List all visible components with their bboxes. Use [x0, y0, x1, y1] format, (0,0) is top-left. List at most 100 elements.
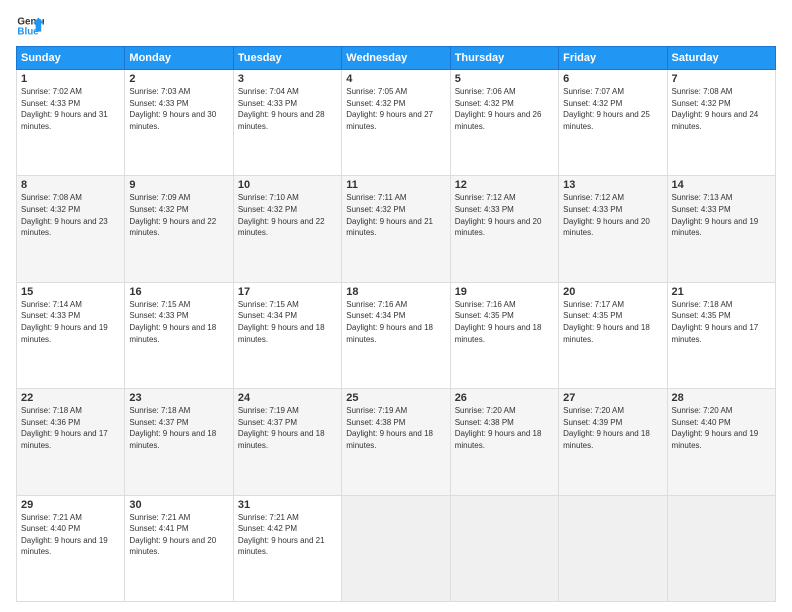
day-number: 4 — [346, 73, 445, 85]
calendar-table: SundayMondayTuesdayWednesdayThursdayFrid… — [16, 46, 776, 602]
day-info: Sunrise: 7:18 AMSunset: 4:37 PMDaylight:… — [129, 406, 216, 450]
day-cell-5: 5 Sunrise: 7:06 AMSunset: 4:32 PMDayligh… — [450, 70, 558, 176]
day-number: 25 — [346, 392, 445, 404]
day-info: Sunrise: 7:11 AMSunset: 4:32 PMDaylight:… — [346, 193, 433, 237]
day-info: Sunrise: 7:06 AMSunset: 4:32 PMDaylight:… — [455, 87, 542, 131]
week-row-1: 1 Sunrise: 7:02 AMSunset: 4:33 PMDayligh… — [17, 70, 776, 176]
day-info: Sunrise: 7:08 AMSunset: 4:32 PMDaylight:… — [21, 193, 108, 237]
day-number: 12 — [455, 179, 554, 191]
day-info: Sunrise: 7:04 AMSunset: 4:33 PMDaylight:… — [238, 87, 325, 131]
day-info: Sunrise: 7:14 AMSunset: 4:33 PMDaylight:… — [21, 300, 108, 344]
day-info: Sunrise: 7:10 AMSunset: 4:32 PMDaylight:… — [238, 193, 325, 237]
day-number: 17 — [238, 286, 337, 298]
day-number: 28 — [672, 392, 771, 404]
day-info: Sunrise: 7:18 AMSunset: 4:35 PMDaylight:… — [672, 300, 759, 344]
logo: General Blue — [16, 12, 47, 40]
col-header-sunday: Sunday — [17, 47, 125, 70]
day-number: 5 — [455, 73, 554, 85]
day-cell-13: 13 Sunrise: 7:12 AMSunset: 4:33 PMDaylig… — [559, 176, 667, 282]
day-cell-1: 1 Sunrise: 7:02 AMSunset: 4:33 PMDayligh… — [17, 70, 125, 176]
day-number: 2 — [129, 73, 228, 85]
day-cell-30: 30 Sunrise: 7:21 AMSunset: 4:41 PMDaylig… — [125, 495, 233, 601]
day-number: 23 — [129, 392, 228, 404]
day-cell-15: 15 Sunrise: 7:14 AMSunset: 4:33 PMDaylig… — [17, 282, 125, 388]
day-cell-10: 10 Sunrise: 7:10 AMSunset: 4:32 PMDaylig… — [233, 176, 341, 282]
day-info: Sunrise: 7:13 AMSunset: 4:33 PMDaylight:… — [672, 193, 759, 237]
day-cell-29: 29 Sunrise: 7:21 AMSunset: 4:40 PMDaylig… — [17, 495, 125, 601]
day-number: 15 — [21, 286, 120, 298]
day-number: 26 — [455, 392, 554, 404]
week-row-5: 29 Sunrise: 7:21 AMSunset: 4:40 PMDaylig… — [17, 495, 776, 601]
day-info: Sunrise: 7:02 AMSunset: 4:33 PMDaylight:… — [21, 87, 108, 131]
day-info: Sunrise: 7:15 AMSunset: 4:33 PMDaylight:… — [129, 300, 216, 344]
day-number: 24 — [238, 392, 337, 404]
week-row-2: 8 Sunrise: 7:08 AMSunset: 4:32 PMDayligh… — [17, 176, 776, 282]
day-cell-11: 11 Sunrise: 7:11 AMSunset: 4:32 PMDaylig… — [342, 176, 450, 282]
day-cell-7: 7 Sunrise: 7:08 AMSunset: 4:32 PMDayligh… — [667, 70, 775, 176]
col-header-friday: Friday — [559, 47, 667, 70]
day-info: Sunrise: 7:21 AMSunset: 4:42 PMDaylight:… — [238, 513, 325, 557]
day-cell-4: 4 Sunrise: 7:05 AMSunset: 4:32 PMDayligh… — [342, 70, 450, 176]
day-number: 31 — [238, 499, 337, 511]
day-info: Sunrise: 7:12 AMSunset: 4:33 PMDaylight:… — [455, 193, 542, 237]
day-cell-23: 23 Sunrise: 7:18 AMSunset: 4:37 PMDaylig… — [125, 389, 233, 495]
day-number: 11 — [346, 179, 445, 191]
day-cell-9: 9 Sunrise: 7:09 AMSunset: 4:32 PMDayligh… — [125, 176, 233, 282]
day-cell-25: 25 Sunrise: 7:19 AMSunset: 4:38 PMDaylig… — [342, 389, 450, 495]
logo-icon: General Blue — [16, 12, 44, 40]
day-info: Sunrise: 7:16 AMSunset: 4:35 PMDaylight:… — [455, 300, 542, 344]
day-info: Sunrise: 7:20 AMSunset: 4:40 PMDaylight:… — [672, 406, 759, 450]
day-number: 7 — [672, 73, 771, 85]
empty-cell — [559, 495, 667, 601]
calendar-header-row: SundayMondayTuesdayWednesdayThursdayFrid… — [17, 47, 776, 70]
week-row-4: 22 Sunrise: 7:18 AMSunset: 4:36 PMDaylig… — [17, 389, 776, 495]
col-header-wednesday: Wednesday — [342, 47, 450, 70]
day-number: 27 — [563, 392, 662, 404]
day-info: Sunrise: 7:19 AMSunset: 4:37 PMDaylight:… — [238, 406, 325, 450]
day-cell-22: 22 Sunrise: 7:18 AMSunset: 4:36 PMDaylig… — [17, 389, 125, 495]
day-cell-28: 28 Sunrise: 7:20 AMSunset: 4:40 PMDaylig… — [667, 389, 775, 495]
header: General Blue — [16, 12, 776, 40]
day-number: 29 — [21, 499, 120, 511]
day-number: 8 — [21, 179, 120, 191]
day-number: 9 — [129, 179, 228, 191]
week-row-3: 15 Sunrise: 7:14 AMSunset: 4:33 PMDaylig… — [17, 282, 776, 388]
day-number: 6 — [563, 73, 662, 85]
day-cell-12: 12 Sunrise: 7:12 AMSunset: 4:33 PMDaylig… — [450, 176, 558, 282]
day-cell-24: 24 Sunrise: 7:19 AMSunset: 4:37 PMDaylig… — [233, 389, 341, 495]
day-number: 18 — [346, 286, 445, 298]
day-cell-20: 20 Sunrise: 7:17 AMSunset: 4:35 PMDaylig… — [559, 282, 667, 388]
day-cell-21: 21 Sunrise: 7:18 AMSunset: 4:35 PMDaylig… — [667, 282, 775, 388]
day-cell-14: 14 Sunrise: 7:13 AMSunset: 4:33 PMDaylig… — [667, 176, 775, 282]
day-cell-19: 19 Sunrise: 7:16 AMSunset: 4:35 PMDaylig… — [450, 282, 558, 388]
day-info: Sunrise: 7:20 AMSunset: 4:38 PMDaylight:… — [455, 406, 542, 450]
day-number: 1 — [21, 73, 120, 85]
day-info: Sunrise: 7:12 AMSunset: 4:33 PMDaylight:… — [563, 193, 650, 237]
day-cell-6: 6 Sunrise: 7:07 AMSunset: 4:32 PMDayligh… — [559, 70, 667, 176]
day-info: Sunrise: 7:05 AMSunset: 4:32 PMDaylight:… — [346, 87, 433, 131]
day-info: Sunrise: 7:03 AMSunset: 4:33 PMDaylight:… — [129, 87, 216, 131]
col-header-monday: Monday — [125, 47, 233, 70]
day-number: 20 — [563, 286, 662, 298]
day-cell-17: 17 Sunrise: 7:15 AMSunset: 4:34 PMDaylig… — [233, 282, 341, 388]
empty-cell — [450, 495, 558, 601]
day-info: Sunrise: 7:16 AMSunset: 4:34 PMDaylight:… — [346, 300, 433, 344]
day-info: Sunrise: 7:19 AMSunset: 4:38 PMDaylight:… — [346, 406, 433, 450]
col-header-thursday: Thursday — [450, 47, 558, 70]
day-info: Sunrise: 7:18 AMSunset: 4:36 PMDaylight:… — [21, 406, 108, 450]
day-info: Sunrise: 7:21 AMSunset: 4:40 PMDaylight:… — [21, 513, 108, 557]
day-number: 16 — [129, 286, 228, 298]
day-cell-18: 18 Sunrise: 7:16 AMSunset: 4:34 PMDaylig… — [342, 282, 450, 388]
day-cell-2: 2 Sunrise: 7:03 AMSunset: 4:33 PMDayligh… — [125, 70, 233, 176]
empty-cell — [667, 495, 775, 601]
day-number: 19 — [455, 286, 554, 298]
day-cell-26: 26 Sunrise: 7:20 AMSunset: 4:38 PMDaylig… — [450, 389, 558, 495]
day-cell-27: 27 Sunrise: 7:20 AMSunset: 4:39 PMDaylig… — [559, 389, 667, 495]
day-cell-31: 31 Sunrise: 7:21 AMSunset: 4:42 PMDaylig… — [233, 495, 341, 601]
day-cell-8: 8 Sunrise: 7:08 AMSunset: 4:32 PMDayligh… — [17, 176, 125, 282]
day-number: 14 — [672, 179, 771, 191]
day-cell-16: 16 Sunrise: 7:15 AMSunset: 4:33 PMDaylig… — [125, 282, 233, 388]
day-number: 22 — [21, 392, 120, 404]
day-info: Sunrise: 7:08 AMSunset: 4:32 PMDaylight:… — [672, 87, 759, 131]
col-header-tuesday: Tuesday — [233, 47, 341, 70]
